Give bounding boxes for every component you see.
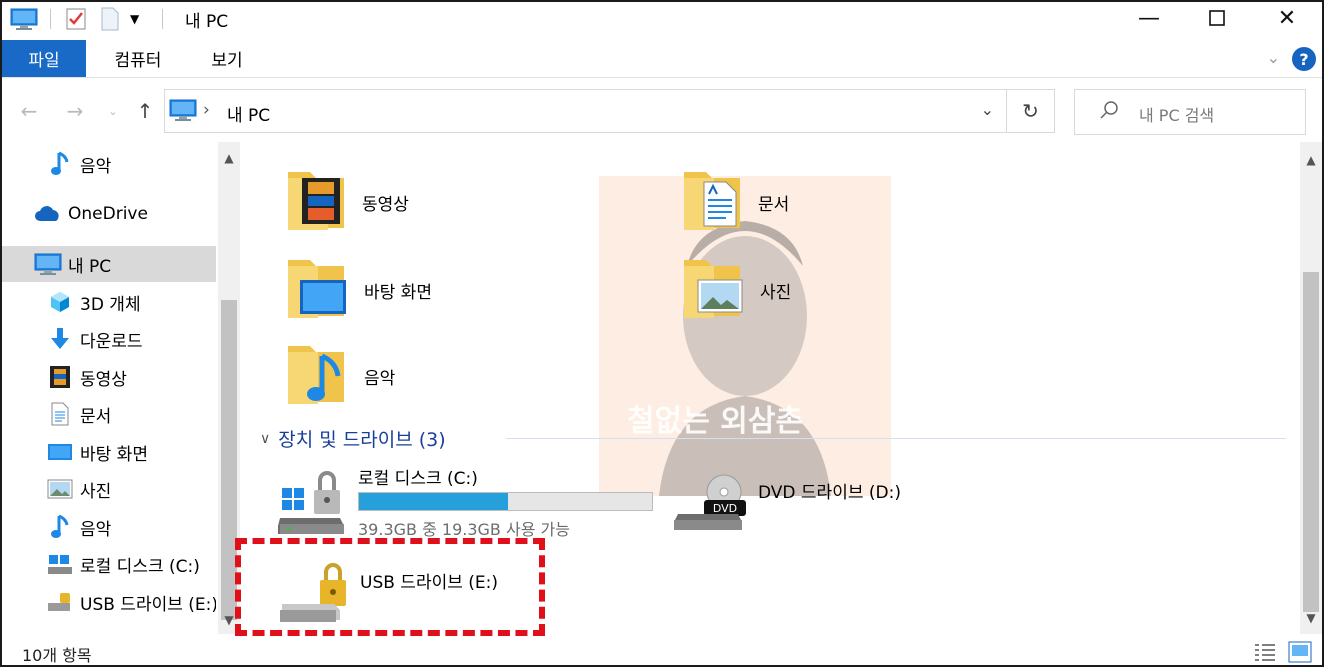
folder-videos[interactable]: 동영상 [286,164,409,235]
ribbon: 파일 컴퓨터 보기 ⌄ ? [2,40,1322,78]
download-icon [46,325,74,353]
up-button[interactable]: ↑ [130,94,160,128]
nav-item-onedrive[interactable]: OneDrive [2,196,216,232]
title-bar: ▼ 내 PC — ✕ [2,2,1322,36]
new-folder-icon[interactable] [100,6,120,32]
group-divider [506,438,1286,439]
expand-ribbon-icon[interactable]: ⌄ [1267,48,1280,67]
drive-dvd-d[interactable]: DVD DVD 드라이브 (D:) [674,474,954,544]
address-dropdown-icon[interactable]: ⌄ [981,100,994,119]
windows-locked-drive-icon [278,464,348,541]
recent-locations-icon[interactable]: ⌄ [98,94,128,128]
tab-view[interactable]: 보기 [192,40,262,77]
folder-music[interactable]: 음악 [286,338,395,409]
customize-toolbar-icon[interactable]: ▼ [130,6,139,32]
details-view-icon[interactable] [1254,642,1276,665]
search-placeholder: 내 PC 검색 [1139,106,1215,125]
nav-item-music[interactable]: 음악 [2,146,216,182]
content-scrollbar[interactable]: ▲ ▼ [1300,142,1322,634]
nav-item-desktop[interactable]: 바탕 화면 [2,434,216,470]
cube-icon [46,288,74,316]
cloud-icon [34,200,62,228]
scroll-up-arrow-icon[interactable]: ▲ [218,148,240,168]
forward-button[interactable]: → [60,94,90,128]
item-count: 10개 항목 [22,646,92,665]
explorer-window: ▼ 내 PC — ✕ 파일 컴퓨터 보기 ⌄ ? ← → ⌄ ↑ › 내 PC … [0,0,1324,667]
search-input[interactable]: 내 PC 검색 [1074,89,1306,135]
status-bar: 10개 항목 [2,638,1322,665]
pictures-folder-icon [682,252,744,323]
window-title: 내 PC [185,12,229,32]
breadcrumb[interactable]: 내 PC [227,101,270,126]
documents-folder-icon [682,164,742,235]
collapse-chevron-icon[interactable]: ∨ [260,431,270,447]
picture-icon [46,475,74,503]
help-icon[interactable]: ? [1292,47,1316,71]
disk-free-space: 39.3GB 중 19.3GB 사용 가능 [358,520,570,539]
disk-usage-fill [359,493,509,510]
disk-usage-bar [358,492,653,511]
folder-desktop[interactable]: 바탕 화면 [286,252,432,323]
dvd-drive-icon: DVD [674,474,746,537]
refresh-button[interactable]: ↻ [1007,89,1055,133]
music-icon [46,513,74,541]
nav-item-pictures[interactable]: 사진 [2,471,216,507]
desktop-folder-icon [286,252,348,323]
folder-documents[interactable]: 문서 [682,164,789,235]
nav-item-videos[interactable]: 동영상 [2,359,216,395]
nav-item-3d-objects[interactable]: 3D 개체 [2,284,216,320]
close-button[interactable]: ✕ [1252,2,1322,34]
back-button[interactable]: ← [14,94,44,128]
breadcrumb-chevron-icon[interactable]: › [203,100,210,120]
document-icon [46,400,74,428]
nav-item-music-2[interactable]: 음악 [2,509,216,545]
music-icon [46,150,74,178]
search-icon [1099,100,1119,125]
local-disk-icon [46,550,74,578]
drive-local-disk-c[interactable]: 로컬 디스크 (C:) 39.3GB 중 19.3GB 사용 가능 [278,464,658,544]
tab-computer[interactable]: 컴퓨터 [98,40,178,77]
nav-item-local-disk[interactable]: 로컬 디스크 (C:) [2,546,216,582]
computer-icon [34,250,62,278]
usb-drive-icon [46,588,74,616]
folder-pictures[interactable]: 사진 [682,252,791,323]
content-scroll-thumb[interactable] [1303,272,1319,612]
usb-drive-highlight-box [235,538,545,636]
nav-item-usb-drive[interactable]: USB 드라이브 (E:) [2,584,216,620]
address-bar[interactable]: › 내 PC ⌄ [164,89,1007,133]
desktop-icon [46,438,74,466]
maximize-button[interactable] [1182,2,1252,34]
computer-icon[interactable] [10,6,38,32]
scroll-up-arrow-icon[interactable]: ▲ [1300,150,1322,170]
large-icons-view-icon[interactable] [1288,641,1312,665]
nav-item-this-pc[interactable]: 내 PC [2,246,216,282]
properties-icon[interactable] [65,6,87,32]
computer-icon [169,98,197,127]
minimize-button[interactable]: — [1114,2,1184,34]
nav-item-documents[interactable]: 문서 [2,396,216,432]
nav-item-downloads[interactable]: 다운로드 [2,321,216,357]
scroll-down-arrow-icon[interactable]: ▼ [1300,608,1322,628]
video-icon [46,363,74,391]
svg-text:DVD: DVD [713,502,737,515]
music-folder-icon [286,338,348,409]
navigation-pane: 음악 OneDrive 내 PC 3D 개체 다운로드 동영상 문서 바탕 화면… [2,142,242,634]
tab-file[interactable]: 파일 [2,40,86,77]
video-folder-icon [286,164,346,235]
devices-group-header[interactable]: ∨ 장치 및 드라이브 (3) [260,425,446,452]
